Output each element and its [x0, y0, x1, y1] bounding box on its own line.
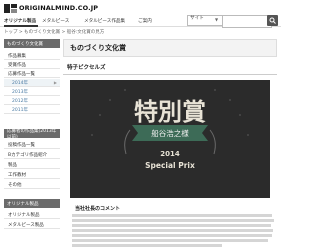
text-line [72, 234, 272, 237]
award-ribbon-text: 船谷浩之様 [151, 128, 189, 138]
sidebar-item-entries-list[interactable]: 応募作品一覧 [4, 70, 60, 78]
award-graphic: 特別賞 船谷浩之様 2014 Special Prix [91, 89, 249, 170]
section-heading: 特子ピクセルズ [67, 65, 106, 71]
comment-heading: 当社社長のコメント [75, 206, 121, 212]
sidebar-heading-original[interactable]: オリジナル製品 [4, 199, 60, 208]
page-title-bar: ものづくり文化賞 [63, 39, 277, 57]
text-line [72, 219, 274, 222]
sidebar-item-2011[interactable]: 2011年 [4, 106, 60, 114]
sidebar-item-entry[interactable]: 作品募集 [4, 52, 60, 60]
search-button[interactable] [267, 15, 278, 26]
award-main-text: 特別賞 [134, 97, 206, 126]
sidebar-item-products[interactable]: 製品 [4, 161, 60, 169]
sidebar-item-other[interactable]: その他 [4, 181, 60, 189]
chevron-down-icon: ▼ [215, 17, 219, 22]
nav-tab-guide[interactable]: ご案内 [138, 16, 158, 25]
nav-tab-metalpiece[interactable]: メタルピース [42, 16, 80, 25]
divider [63, 74, 277, 75]
search-scope-select[interactable]: サイト ▼ [187, 15, 223, 26]
text-line [72, 224, 271, 227]
sidebar-heading-archive[interactable]: 応募者の作品集(2013年以前) [4, 129, 60, 140]
site-header: ORIGINALMIND.CO.JP オリジナル製品 メタルピース メタルピース… [0, 0, 281, 28]
sidebar: ものづくり文化賞 作品募集 受賞作品 応募作品一覧 2014年 ▶ 2013年 2… [4, 39, 60, 247]
award-banner: 特別賞 船谷浩之様 2014 Special Prix [70, 80, 270, 198]
nav-tab-original[interactable]: オリジナル製品 [4, 16, 38, 27]
award-year: 2014 [160, 150, 180, 158]
comment-body [72, 214, 275, 247]
sidebar-item-teaching-kits[interactable]: 工作教材 [4, 171, 60, 179]
sidebar-item-2012[interactable]: 2012年 [4, 97, 60, 105]
sidebar-item-original-products[interactable]: オリジナル製品 [4, 211, 60, 219]
award-subtitle: Special Prix [145, 161, 195, 170]
text-line [72, 229, 273, 232]
sidebar-item-submitted[interactable]: 投稿作品一覧 [4, 141, 60, 149]
sidebar-heading-award[interactable]: ものづくり文化賞 [4, 39, 60, 48]
page-title: ものづくり文化賞 [70, 44, 126, 52]
logo-icon[interactable] [4, 3, 18, 14]
sidebar-item-metalpiece-products[interactable]: メタルピース製品 [4, 221, 60, 229]
search-input[interactable] [222, 15, 272, 28]
sidebar-item-winners[interactable]: 受賞作品 [4, 61, 60, 69]
text-line [72, 239, 268, 242]
chevron-right-icon: ▶ [53, 80, 57, 85]
breadcrumb[interactable]: トップ > ものづくり文化賞 > 船谷:文化賞の見方 [4, 30, 104, 36]
sidebar-item-b-category[interactable]: Bカテゴリ作品紹介 [4, 151, 60, 159]
search-icon [269, 17, 276, 24]
text-line [72, 214, 272, 217]
sidebar-item-2014[interactable]: 2014年 ▶ [4, 79, 60, 87]
sidebar-item-2013[interactable]: 2013年 [4, 88, 60, 96]
nav-tab-metalpiece-gallery[interactable]: メタルピース作品集 [84, 16, 134, 25]
site-logo[interactable]: ORIGINALMIND.CO.JP [19, 5, 98, 12]
